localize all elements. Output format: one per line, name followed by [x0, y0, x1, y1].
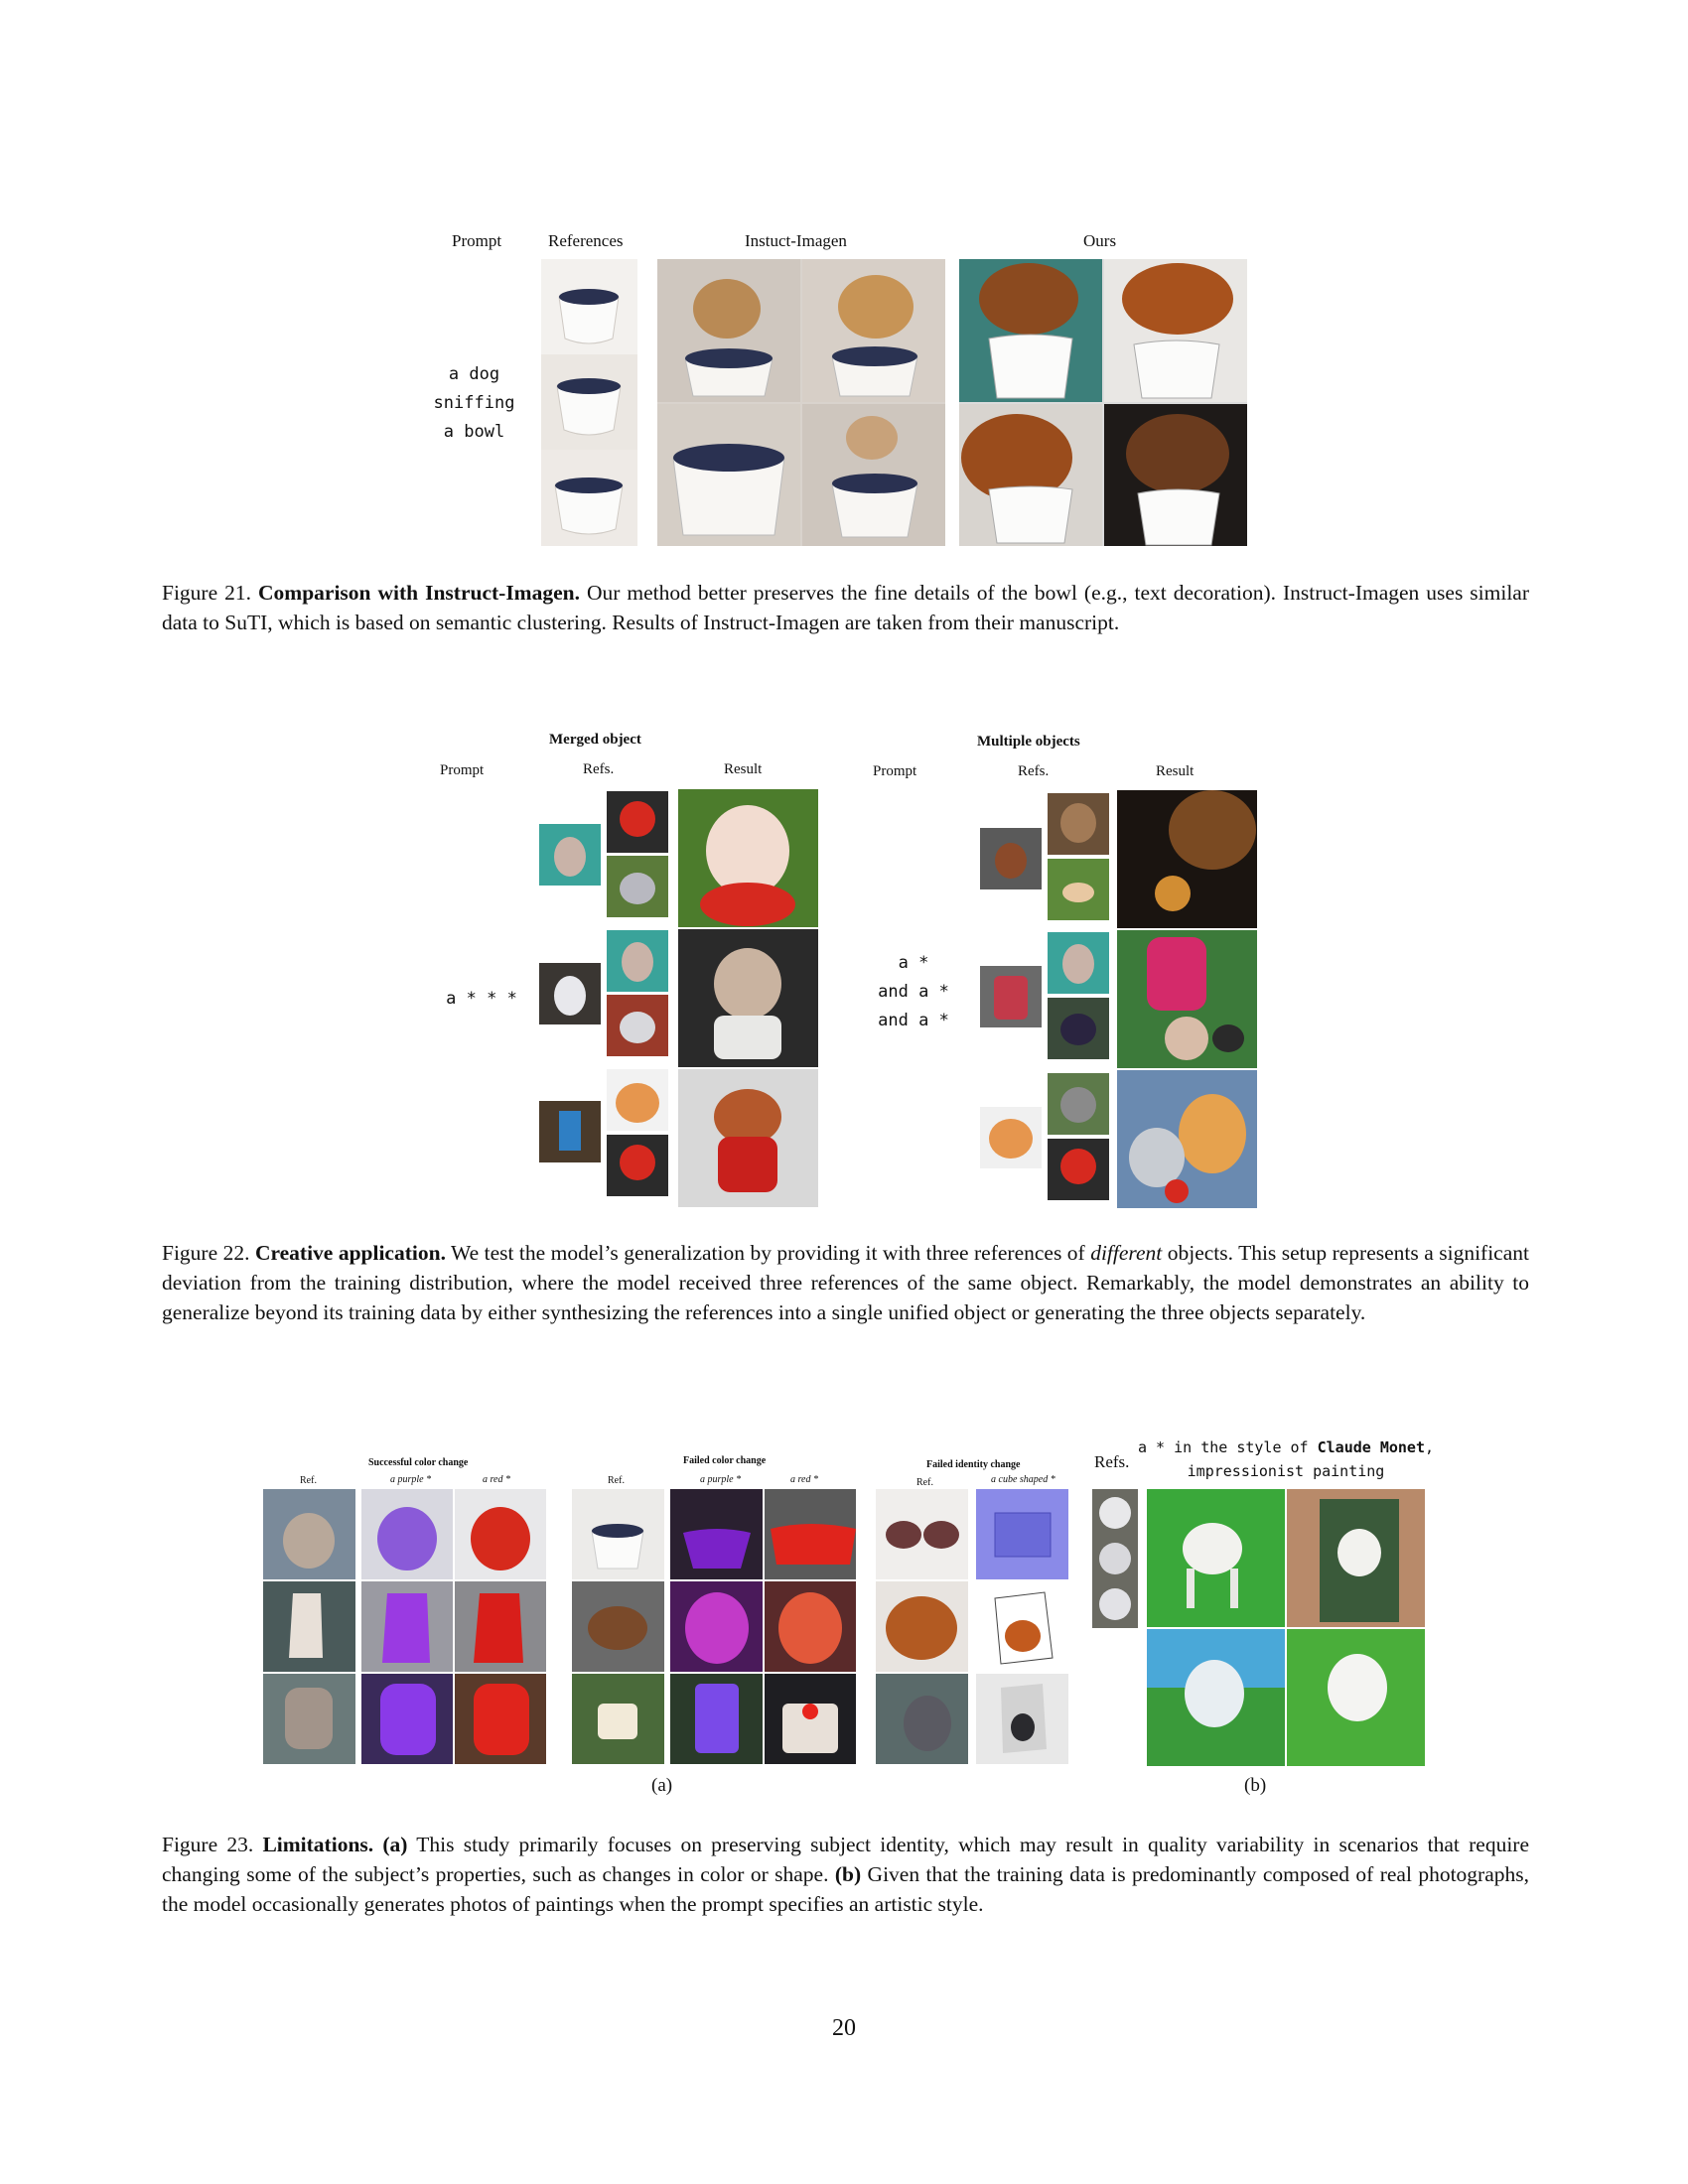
fig23-panel-a-label: (a)	[651, 1775, 673, 1796]
success-row-backpack	[263, 1674, 546, 1764]
fig22-merged-refs	[539, 791, 668, 1196]
fig21-header-prompt: Prompt	[452, 231, 502, 250]
ours-result-4	[1104, 404, 1247, 546]
fig22-multiple-refs	[980, 793, 1109, 1200]
fig23-success-grid	[263, 1489, 546, 1764]
fig23-failed-color-red: a red *	[790, 1474, 818, 1485]
fig21-header-references: References	[548, 231, 624, 250]
fig23-failed-identity-ref: Ref.	[916, 1477, 933, 1488]
fig21-prompt: a dog sniffing a bowl	[433, 364, 515, 442]
fig22-multiple-title: Multiple objects	[977, 734, 1080, 750]
fig21-reference-bowls	[541, 259, 637, 546]
merged-result-3	[678, 1069, 818, 1207]
merged-refs-row-1	[539, 791, 668, 917]
failed-color-row-bowl	[572, 1489, 856, 1579]
bowl-reference-3	[541, 450, 637, 546]
fig23-failed-identity-cube: a cube shaped *	[991, 1474, 1055, 1485]
fig23-failed-identity-grid	[876, 1489, 1068, 1764]
monet-result-1	[1147, 1489, 1285, 1627]
fig23-failed-color-title: Failed color change	[683, 1455, 767, 1466]
fig21-ours-grid	[959, 259, 1247, 546]
multiple-refs-row-2	[980, 932, 1109, 1059]
instruct-result-2	[802, 259, 945, 402]
fig23-failed-color-ref: Ref.	[608, 1475, 625, 1486]
merged-refs-row-3	[539, 1069, 668, 1196]
merged-refs-row-2	[539, 930, 668, 1056]
fig21-caption: Figure 21. Comparison with Instruct-Imag…	[162, 581, 1530, 634]
success-row-sloth	[263, 1489, 546, 1579]
fig22-merged-header-refs: Refs.	[583, 761, 615, 777]
monet-result-2	[1287, 1489, 1425, 1627]
fig22-multiple-prompt: a * and a * and a *	[878, 953, 949, 1030]
fig21-header-ours: Ours	[1083, 231, 1117, 250]
fig23-failed-identity-title: Failed identity change	[926, 1459, 1021, 1470]
fig23-panel-b-prompt: a * in the style of Claude Monet, impres…	[1137, 1438, 1435, 1480]
ours-result-1	[959, 259, 1102, 402]
fig22-merged-title: Merged object	[549, 732, 641, 748]
instruct-result-4	[802, 404, 945, 546]
fig23-failed-color-purple: a purple *	[700, 1474, 742, 1485]
fig23-caption: Figure 23. Limitations. (a) This study p…	[162, 1833, 1530, 1916]
page-number: 20	[832, 2015, 856, 2041]
fig23-success-purple: a purple *	[390, 1474, 432, 1485]
merged-result-2	[678, 929, 818, 1067]
success-row-boots	[263, 1581, 546, 1672]
fig22-multiple-header-refs: Refs.	[1018, 763, 1050, 779]
multiple-refs-row-3	[980, 1073, 1109, 1200]
fig23-success-title: Successful color change	[368, 1457, 469, 1468]
failed-identity-row-dog	[876, 1581, 1068, 1672]
fig21-instruct-imagen-grid	[657, 259, 945, 546]
fig22-multiple-header-result: Result	[1156, 763, 1195, 779]
failed-identity-row-glasses	[876, 1489, 1068, 1579]
fig22-merged-prompt: a * * *	[446, 989, 517, 1009]
multiple-refs-row-1	[980, 793, 1109, 920]
instruct-result-3	[657, 404, 800, 546]
fig22-caption: Figure 22. Creative application. We test…	[162, 1241, 1529, 1324]
failed-color-row-candle	[572, 1674, 856, 1764]
fig22-multiple-results	[1117, 790, 1257, 1208]
fig23-panel-b-refs-strip	[1092, 1489, 1138, 1628]
fig23-panel-b-label: (b)	[1244, 1775, 1267, 1796]
monet-result-3	[1147, 1629, 1285, 1766]
fig23-panel-b-refs: Refs.	[1094, 1452, 1130, 1471]
fig22-merged-header-prompt: Prompt	[440, 762, 485, 778]
multiple-result-2	[1117, 930, 1257, 1068]
ours-result-2	[1104, 259, 1247, 402]
monet-result-4	[1287, 1629, 1425, 1766]
fig23-success-red: a red *	[483, 1474, 510, 1485]
multiple-result-1	[1117, 790, 1257, 928]
fig22-merged-results	[678, 789, 818, 1207]
bowl-reference-2	[541, 354, 637, 450]
bowl-reference-1	[541, 259, 637, 354]
failed-color-row-dog	[572, 1581, 856, 1672]
fig23-failed-color-grid	[572, 1489, 856, 1764]
fig23-panel-b-grid	[1147, 1489, 1425, 1766]
ours-result-3	[959, 404, 1102, 546]
fig22-merged-header-result: Result	[724, 761, 763, 777]
failed-identity-row-cat	[876, 1674, 1068, 1764]
fig21-header-instruct-imagen: Instuct-Imagen	[745, 231, 847, 250]
fig23-success-ref: Ref.	[300, 1475, 317, 1486]
instruct-result-1	[657, 259, 800, 402]
fig22-multiple-header-prompt: Prompt	[873, 763, 917, 779]
multiple-result-3	[1117, 1070, 1257, 1208]
merged-result-1	[678, 789, 818, 927]
